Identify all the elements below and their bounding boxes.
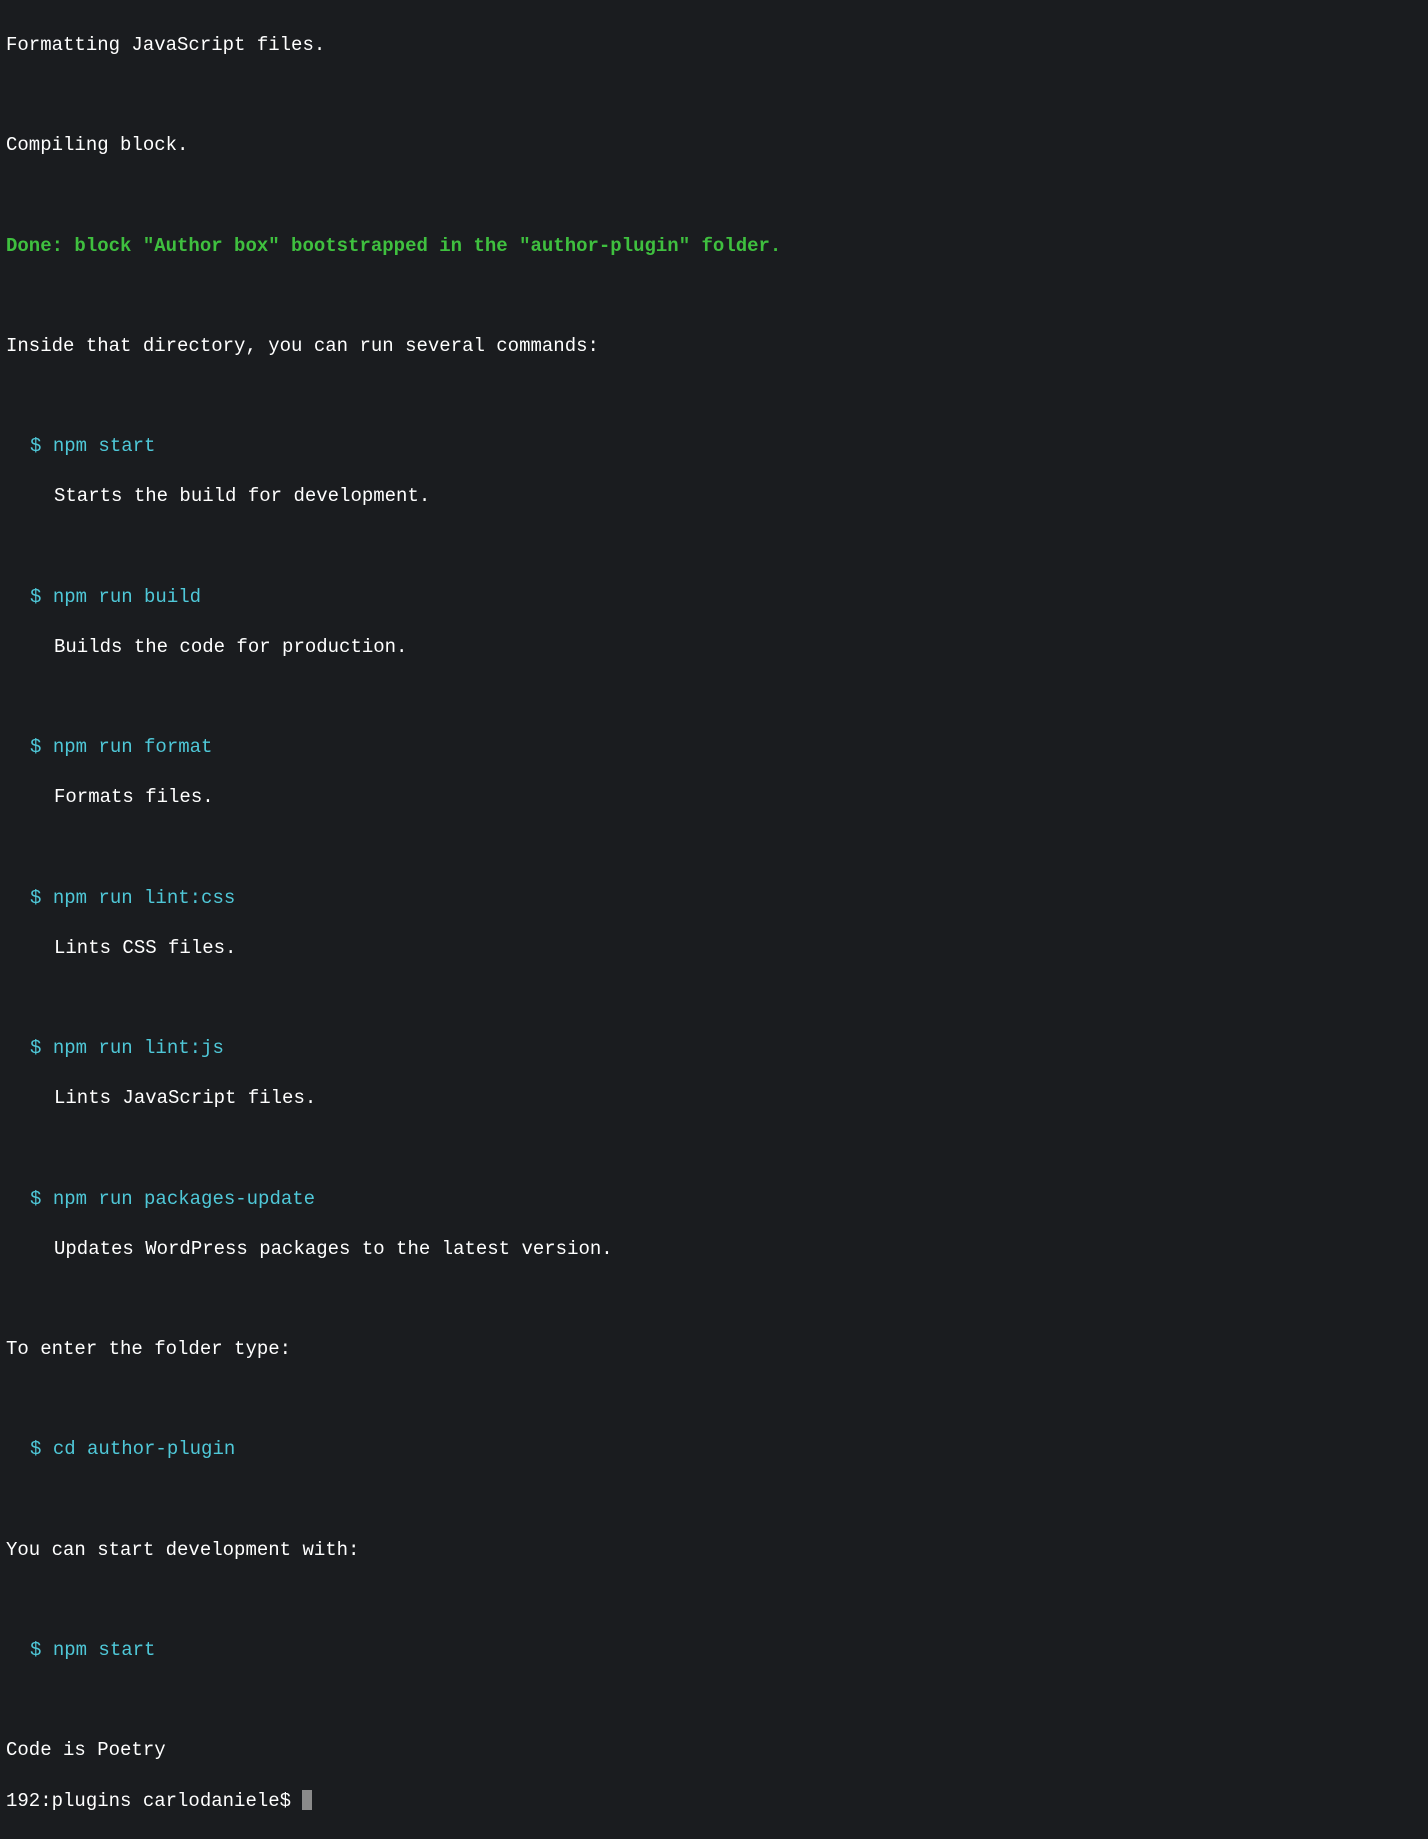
prompt-line[interactable]: 192:plugins carlodaniele$ bbox=[6, 1789, 1422, 1814]
prompt-dollar: $ bbox=[30, 736, 53, 758]
command-text: npm run lint:css bbox=[53, 887, 235, 909]
blank-line bbox=[6, 1137, 1422, 1162]
command-description: Starts the build for development. bbox=[6, 484, 1422, 509]
prompt-dollar: $ bbox=[30, 435, 53, 457]
blank-line bbox=[6, 1387, 1422, 1412]
status-line: Compiling block. bbox=[6, 133, 1422, 158]
command-text: npm start bbox=[53, 435, 156, 457]
command-item: $ npm run build bbox=[6, 585, 1422, 610]
done-message: Done: block "Author box" bootstrapped in… bbox=[6, 234, 1422, 259]
prompt-dollar: $ bbox=[30, 887, 53, 909]
start-dev-text: You can start development with: bbox=[6, 1538, 1422, 1563]
blank-line bbox=[6, 685, 1422, 710]
blank-line bbox=[6, 836, 1422, 861]
prompt-dollar: $ bbox=[30, 1639, 53, 1661]
enter-folder-text: To enter the folder type: bbox=[6, 1337, 1422, 1362]
cursor-icon bbox=[302, 1790, 312, 1810]
prompt-dollar: $ bbox=[30, 1188, 53, 1210]
command-item: $ npm run lint:js bbox=[6, 1036, 1422, 1061]
prompt-dollar: $ bbox=[30, 1037, 53, 1059]
command-text: npm run format bbox=[53, 736, 213, 758]
command-description: Builds the code for production. bbox=[6, 635, 1422, 660]
command-text: npm start bbox=[53, 1639, 156, 1661]
blank-line bbox=[6, 1488, 1422, 1513]
prompt-dollar: $ bbox=[30, 1438, 53, 1460]
status-line: Formatting JavaScript files. bbox=[6, 33, 1422, 58]
blank-line bbox=[6, 384, 1422, 409]
blank-line bbox=[6, 1287, 1422, 1312]
command-text: npm run lint:js bbox=[53, 1037, 224, 1059]
shell-prompt: 192:plugins carlodaniele$ bbox=[6, 1790, 302, 1812]
command-text: npm run build bbox=[53, 586, 201, 608]
command-item: $ npm run lint:css bbox=[6, 886, 1422, 911]
prompt-dollar: $ bbox=[30, 586, 53, 608]
tagline: Code is Poetry bbox=[6, 1738, 1422, 1763]
command-item: $ npm run packages-update bbox=[6, 1187, 1422, 1212]
command-text: npm run packages-update bbox=[53, 1188, 315, 1210]
command-item: $ npm start bbox=[6, 434, 1422, 459]
command-description: Updates WordPress packages to the latest… bbox=[6, 1237, 1422, 1262]
blank-line bbox=[6, 83, 1422, 108]
command-item: $ cd author-plugin bbox=[6, 1437, 1422, 1462]
command-description: Lints CSS files. bbox=[6, 936, 1422, 961]
command-item: $ npm run format bbox=[6, 735, 1422, 760]
command-text: cd author-plugin bbox=[53, 1438, 235, 1460]
blank-line bbox=[6, 1688, 1422, 1713]
intro-text: Inside that directory, you can run sever… bbox=[6, 334, 1422, 359]
blank-line bbox=[6, 986, 1422, 1011]
command-item: $ npm start bbox=[6, 1638, 1422, 1663]
blank-line bbox=[6, 535, 1422, 560]
command-description: Formats files. bbox=[6, 785, 1422, 810]
blank-line bbox=[6, 284, 1422, 309]
blank-line bbox=[6, 184, 1422, 209]
command-description: Lints JavaScript files. bbox=[6, 1086, 1422, 1111]
blank-line bbox=[6, 1588, 1422, 1613]
terminal-output[interactable]: Formatting JavaScript files. Compiling b… bbox=[6, 8, 1422, 1839]
